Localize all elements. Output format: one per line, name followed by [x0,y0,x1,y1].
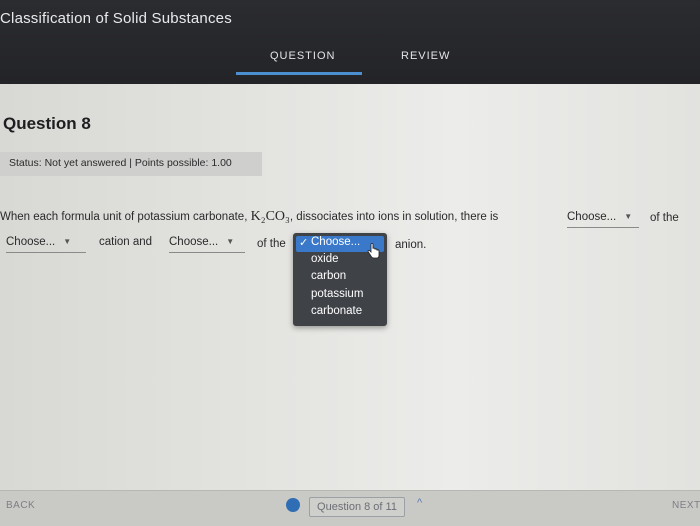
app-title: Classification of Solid Substances [0,10,232,27]
tab-question[interactable]: QUESTION [270,50,335,62]
option-oxide[interactable]: oxide [311,253,339,265]
tab-review[interactable]: REVIEW [401,50,450,62]
dropdown-2-value: Choose... [6,236,56,248]
option-carbon[interactable]: carbon [311,270,346,282]
caret-down-icon: ▼ [624,212,633,222]
next-button[interactable]: NEXT [672,500,700,511]
text-anion: anion. [395,239,427,251]
option-carbonate[interactable]: carbonate [311,305,362,317]
caret-down-icon: ▼ [226,237,235,247]
question-title: Question 8 [3,114,91,133]
text-of-the-2: of the [257,238,286,250]
formula: K₂CO₃ [250,209,290,224]
status-text: Status: Not yet answered | Points possib… [9,157,232,169]
chevron-up-icon[interactable]: ^ [417,497,422,509]
text-of-the-1: of the [650,212,679,224]
dropdown-3-value: Choose... [169,236,219,248]
check-icon: ✓ [299,237,309,249]
question-status-dot-icon [286,498,300,512]
option-potassium[interactable]: potassium [311,288,363,300]
answer-dropdown-1[interactable]: Choose... ▼ [567,211,639,228]
question-text-suffix: , dissociates into ions in solution, the… [289,211,499,223]
dropdown-1-value: Choose... [567,211,617,223]
answer-dropdown-2[interactable]: Choose... ▼ [6,236,86,253]
back-button[interactable]: BACK [6,500,35,511]
active-tab-indicator [236,72,362,75]
caret-down-icon: ▼ [63,237,72,247]
question-text-line1: When each formula unit of potassium carb… [0,209,498,225]
question-text-prefix: When each formula unit of potassium carb… [0,211,251,223]
option-choose[interactable]: Choose... [311,236,360,248]
text-cation-and: cation and [99,236,153,248]
hand-cursor-icon [367,243,380,259]
question-counter[interactable]: Question 8 of 11 [309,497,405,517]
answer-dropdown-3[interactable]: Choose... ▼ [169,236,245,253]
